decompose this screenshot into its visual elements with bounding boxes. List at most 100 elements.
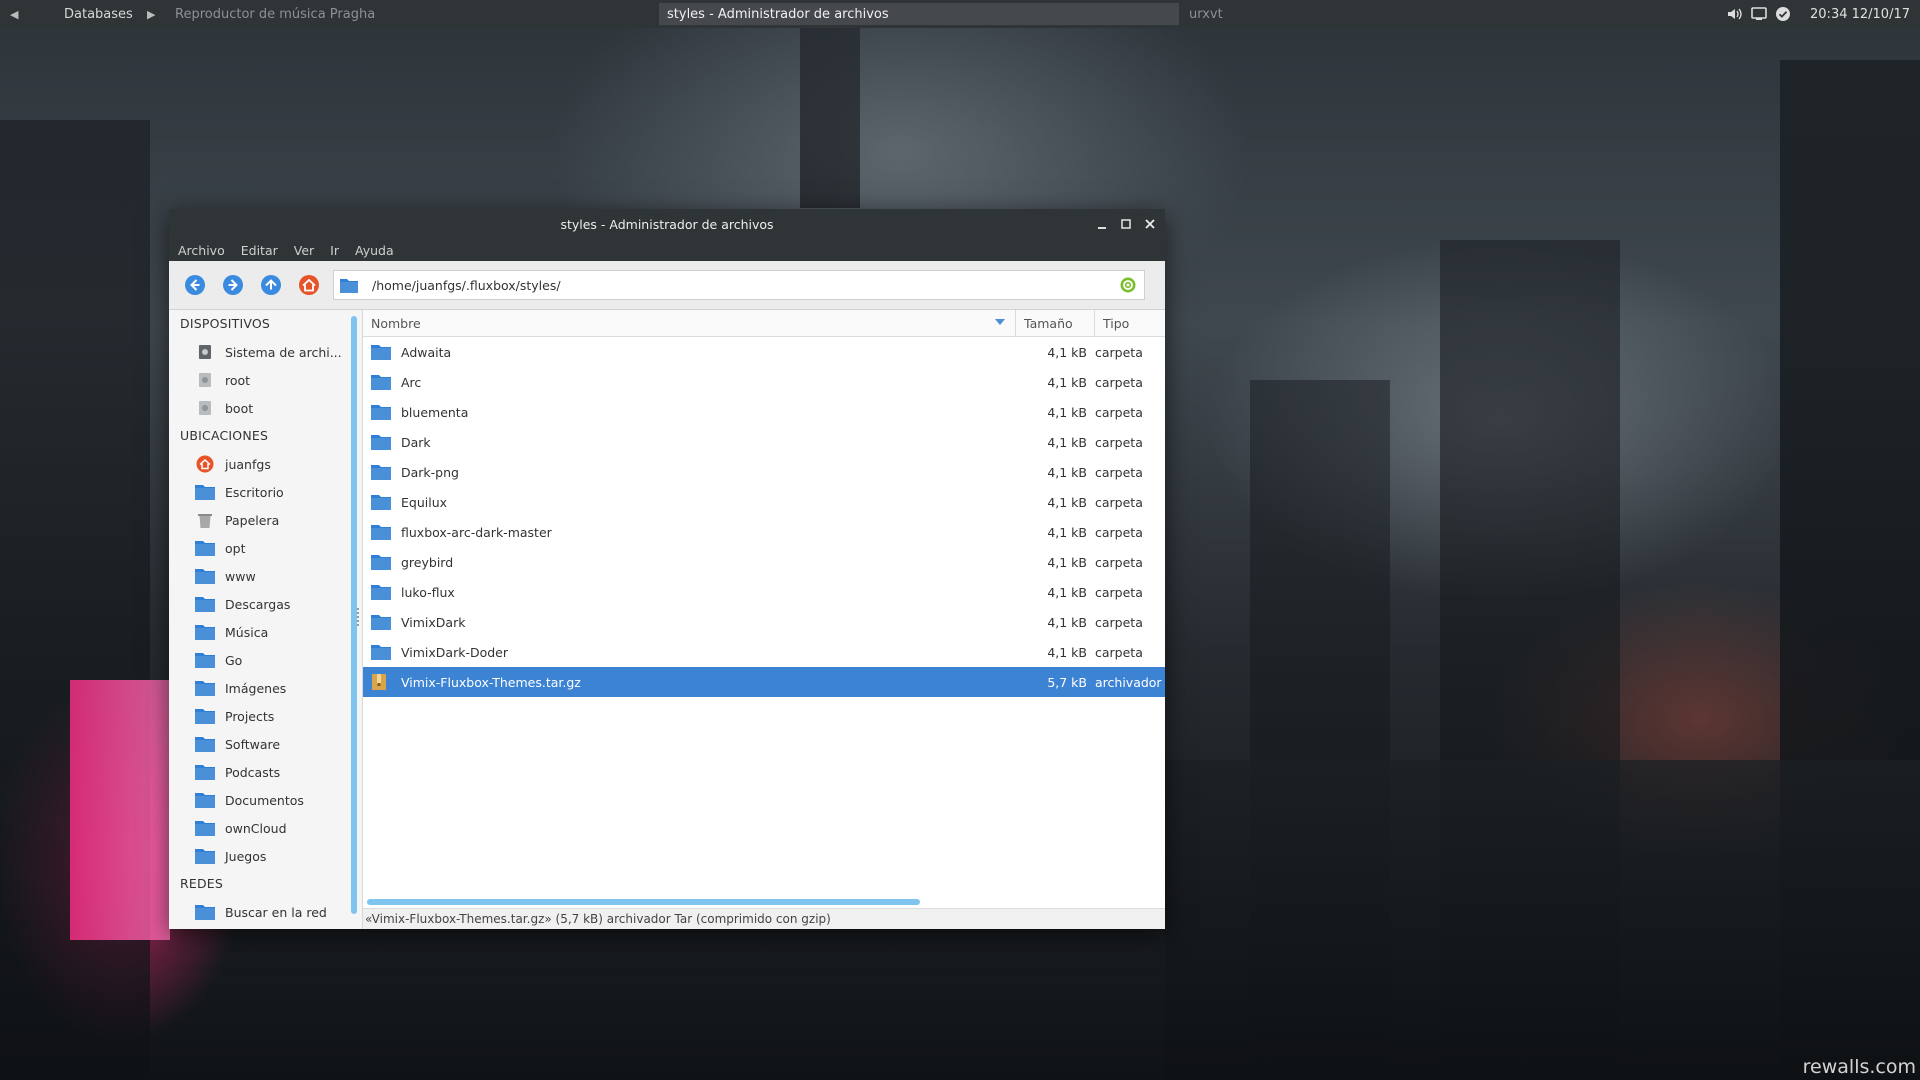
file-row[interactable]: Dark-png 4,1 kB carpeta xyxy=(363,457,1165,487)
menu-ayuda[interactable]: Ayuda xyxy=(355,243,394,258)
sidebar-scrollbar[interactable] xyxy=(344,310,362,929)
sidebar-item-projects[interactable]: Projects xyxy=(169,702,344,730)
file-type: carpeta xyxy=(1095,524,1143,540)
file-type: carpeta xyxy=(1095,404,1143,420)
address-path[interactable]: /home/juanfgs/.fluxbox/styles/ xyxy=(372,278,561,293)
folder-icon xyxy=(371,403,393,421)
file-size: 4,1 kB xyxy=(1047,524,1087,540)
minimize-icon[interactable] xyxy=(1095,217,1109,231)
sidebar-heading-network: REDES xyxy=(180,876,224,891)
menu-bar: Archivo Editar Ver Ir Ayuda xyxy=(169,239,1165,261)
taskbar-item-databases[interactable]: Databases xyxy=(24,0,139,28)
back-button[interactable] xyxy=(181,271,209,299)
sidebar-item-label: Go xyxy=(225,652,243,668)
sidebar-item-opt[interactable]: opt xyxy=(169,534,344,562)
display-icon[interactable] xyxy=(1750,5,1768,23)
file-row[interactable]: Arc 4,1 kB carpeta xyxy=(363,367,1165,397)
folder-icon xyxy=(195,567,215,585)
file-row[interactable]: Vimix-Fluxbox-Themes.tar.gz 5,7 kB archiva… xyxy=(363,667,1165,697)
sidebar-item-www[interactable]: www xyxy=(169,562,344,590)
file-rows: Adwaita 4,1 kB carpeta Arc 4,1 kB carpeta blue… xyxy=(363,337,1165,697)
file-type: carpeta xyxy=(1095,374,1143,390)
sidebar-item-music[interactable]: Música xyxy=(169,618,344,646)
file-row[interactable]: fluxbox-arc-dark-master 4,1 kB carpeta xyxy=(363,517,1165,547)
file-type: carpeta xyxy=(1095,434,1143,450)
file-type: carpeta xyxy=(1095,554,1143,570)
sidebar: DISPOSITIVOS Sistema de archi... root bo… xyxy=(169,310,344,929)
file-name-cell: Arc xyxy=(363,373,1016,391)
file-row[interactable]: VimixDark-Doder 4,1 kB carpeta xyxy=(363,637,1165,667)
sidebar-item-filesystem[interactable]: Sistema de archi... xyxy=(169,338,344,366)
file-size: 4,1 kB xyxy=(1047,404,1087,420)
folder-icon xyxy=(195,651,215,669)
file-size: 4,1 kB xyxy=(1047,344,1087,360)
file-name-cell: Dark xyxy=(363,433,1016,451)
window-titlebar[interactable]: styles - Administrador de archivos xyxy=(169,209,1165,239)
menu-ir[interactable]: Ir xyxy=(330,243,339,258)
up-button[interactable] xyxy=(257,271,285,299)
archive-icon xyxy=(371,673,393,691)
file-row[interactable]: Adwaita 4,1 kB carpeta xyxy=(363,337,1165,367)
column-type-header[interactable]: Tipo xyxy=(1095,310,1165,336)
panel-next-icon[interactable]: ▶ xyxy=(147,8,161,21)
horizontal-scrollbar[interactable] xyxy=(367,899,920,905)
column-size-header[interactable]: Tamaño xyxy=(1016,310,1095,336)
column-name-header[interactable]: Nombre xyxy=(363,310,1016,336)
file-row[interactable]: bluementa 4,1 kB carpeta xyxy=(363,397,1165,427)
sidebar-item-network[interactable]: Buscar en la red xyxy=(169,898,344,926)
file-name-cell: greybird xyxy=(363,553,1016,571)
file-row[interactable]: Equilux 4,1 kB carpeta xyxy=(363,487,1165,517)
home-button[interactable] xyxy=(295,271,323,299)
clock[interactable]: 20:34 12/10/17 xyxy=(1810,7,1910,22)
close-icon[interactable] xyxy=(1143,217,1157,231)
sidebar-item-desktop[interactable]: Escritorio xyxy=(169,478,344,506)
pane-resize-handle[interactable] xyxy=(357,608,361,626)
file-type: archivador xyxy=(1095,674,1162,690)
taskbar-item-music-player[interactable]: ▶ Reproductor de música Pragha xyxy=(139,0,659,28)
sidebar-item-label: boot xyxy=(225,400,254,416)
sidebar-item-documents[interactable]: Documentos xyxy=(169,786,344,814)
sidebar-item-label: Juegos xyxy=(225,848,267,864)
sidebar-item-software[interactable]: Software xyxy=(169,730,344,758)
sidebar-item-owncloud[interactable]: ownCloud xyxy=(169,814,344,842)
file-row[interactable]: VimixDark 4,1 kB carpeta xyxy=(363,607,1165,637)
sidebar-item-label: opt xyxy=(225,540,246,556)
sidebar-item-podcasts[interactable]: Podcasts xyxy=(169,758,344,786)
file-type: carpeta xyxy=(1095,644,1143,660)
menu-ver[interactable]: Ver xyxy=(294,243,314,258)
menu-archivo[interactable]: Archivo xyxy=(178,243,225,258)
folder-icon xyxy=(195,707,215,725)
sidebar-item-root[interactable]: root xyxy=(169,366,344,394)
maximize-icon[interactable] xyxy=(1119,217,1133,231)
panel-prev-icon[interactable]: ◀ xyxy=(10,8,24,21)
folder-icon xyxy=(371,373,393,391)
sidebar-item-games[interactable]: Juegos xyxy=(169,842,344,870)
taskbar-item-file-manager[interactable]: styles - Administrador de archivos xyxy=(659,3,1179,25)
folder-icon xyxy=(195,903,215,921)
sidebar-item-home[interactable]: juanfgs xyxy=(169,450,344,478)
sidebar-item-pictures[interactable]: Imágenes xyxy=(169,674,344,702)
taskbar-item-urxvt[interactable]: urxvt xyxy=(1179,0,1649,28)
address-bar[interactable]: /home/juanfgs/.fluxbox/styles/ xyxy=(333,270,1145,300)
sidebar-item-go[interactable]: Go xyxy=(169,646,344,674)
sidebar-item-trash[interactable]: Papelera xyxy=(169,506,344,534)
file-size: 4,1 kB xyxy=(1047,434,1087,450)
file-type: carpeta xyxy=(1095,494,1143,510)
file-row[interactable]: luko-flux 4,1 kB carpeta xyxy=(363,577,1165,607)
forward-button[interactable] xyxy=(219,271,247,299)
sidebar-item-downloads[interactable]: Descargas xyxy=(169,590,344,618)
top-panel: ◀ Databases ▶ Reproductor de música Prag… xyxy=(0,0,1920,28)
menu-editar[interactable]: Editar xyxy=(241,243,278,258)
sidebar-item-boot[interactable]: boot xyxy=(169,394,344,422)
column-header: Nombre Tamaño Tipo xyxy=(363,310,1165,337)
checkmark-icon[interactable] xyxy=(1774,5,1792,23)
folder-icon xyxy=(195,763,215,781)
refresh-icon[interactable] xyxy=(1120,277,1136,293)
file-row[interactable]: greybird 4,1 kB carpeta xyxy=(363,547,1165,577)
taskbar-label: Reproductor de música Pragha xyxy=(175,6,376,22)
file-type: carpeta xyxy=(1095,464,1143,480)
file-row[interactable]: Dark 4,1 kB carpeta xyxy=(363,427,1165,457)
volume-icon[interactable] xyxy=(1726,5,1744,23)
folder-icon xyxy=(371,523,393,541)
file-name-cell: VimixDark-Doder xyxy=(363,643,1016,661)
